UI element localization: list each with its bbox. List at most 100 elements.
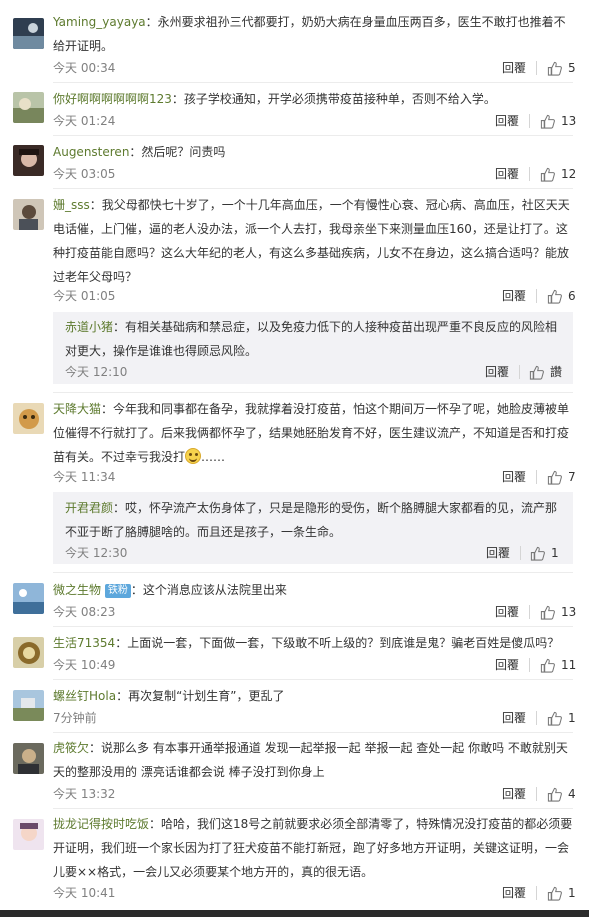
like-button[interactable]: 讚: [529, 364, 562, 380]
divider: [529, 167, 530, 181]
like-button[interactable]: 1: [547, 885, 576, 901]
thumbs-up-icon: [547, 787, 562, 802]
username-link[interactable]: 拢龙记得按时吃饭: [53, 817, 149, 831]
reply-button[interactable]: 回覆: [502, 885, 526, 901]
divider: [529, 658, 530, 672]
reply-button[interactable]: 回覆: [495, 657, 519, 673]
separator: [53, 679, 573, 680]
separator: [53, 626, 573, 627]
comment-text: 螺丝钉Hola：再次复制“计划生育”，更乱了: [53, 689, 285, 703]
comment-text: Yaming_yayaya：永州要求祖孙三代都要打，奶奶大病在身量血压两百多，医…: [53, 15, 566, 53]
like-button[interactable]: 13: [540, 113, 576, 129]
reply-button[interactable]: 回覆: [486, 545, 510, 561]
username-link[interactable]: 微之生物: [53, 583, 101, 597]
thumbs-up-icon: [547, 886, 562, 901]
thumbs-up-icon: [529, 365, 544, 380]
comment-time: 今天 12:30: [65, 546, 128, 560]
avatar[interactable]: [13, 690, 44, 721]
separator: [53, 135, 573, 136]
comment-time: 今天 01:05: [53, 289, 116, 303]
like-button[interactable]: 7: [547, 469, 576, 485]
like-button[interactable]: 4: [547, 786, 576, 802]
comment-time: 今天 10:49: [53, 658, 116, 672]
divider: [536, 61, 537, 75]
smile-emoji-icon: [185, 448, 202, 464]
username-link[interactable]: 姗_sss: [53, 198, 90, 212]
avatar[interactable]: [13, 403, 44, 434]
username-link[interactable]: 天降大猫: [53, 402, 101, 416]
comment-text: 赤道小猪：有相关基础病和禁忌症，以及免疫力低下的人接种疫苗出现严重不良反应的风险…: [65, 320, 558, 358]
nested-reply: 赤道小猪：有相关基础病和禁忌症，以及免疫力低下的人接种疫苗出现严重不良反应的风险…: [53, 312, 573, 384]
reply-button[interactable]: 回覆: [495, 113, 519, 129]
divider: [529, 605, 530, 619]
comment-time: 今天 13:32: [53, 787, 116, 801]
comment-time: 今天 01:24: [53, 114, 116, 128]
comment-text: 拢龙记得按时吃饭：哈哈，我们这18号之前就要求必须全部清零了，特殊情况没打疫苗的…: [53, 817, 573, 879]
separator: [53, 572, 573, 573]
thumbs-up-icon: [547, 61, 562, 76]
comment-time: 今天 08:23: [53, 605, 116, 619]
reply-button[interactable]: 回覆: [485, 364, 509, 380]
nested-reply: 开君君颜：哎，怀孕流产太伤身体了，只是是隐形的受伤，断个胳膊腿大家都看的见，流产…: [53, 492, 573, 564]
separator: [53, 82, 573, 83]
divider: [536, 289, 537, 303]
comment-time: 今天 12:10: [65, 365, 128, 379]
comment-time: 今天 10:41: [53, 886, 116, 900]
like-button[interactable]: 1: [547, 710, 576, 726]
divider: [536, 470, 537, 484]
separator: [53, 392, 573, 393]
reply-button[interactable]: 回覆: [495, 166, 519, 182]
avatar[interactable]: [13, 637, 44, 668]
username-link[interactable]: 你好啊啊啊啊啊啊123: [53, 92, 172, 106]
comment-text: 天降大猫：今年我和同事都在备孕，我就撑着没打疫苗，怕这个期间万一怀孕了呢，她脸皮…: [53, 402, 570, 464]
avatar[interactable]: [13, 92, 44, 123]
reply-button[interactable]: 回覆: [502, 469, 526, 485]
thumbs-up-icon: [547, 289, 562, 304]
divider: [519, 365, 520, 379]
avatar[interactable]: [13, 145, 44, 176]
avatar[interactable]: [13, 199, 44, 230]
like-button[interactable]: 6: [547, 288, 576, 304]
comment-time: 今天 03:05: [53, 167, 116, 181]
username-link[interactable]: Augensteren: [53, 145, 129, 159]
divider: [529, 114, 530, 128]
separator: [53, 188, 573, 189]
fan-badge[interactable]: 铁粉: [104, 584, 131, 598]
divider: [536, 886, 537, 900]
comment-time: 今天 00:34: [53, 61, 116, 75]
thumbs-up-icon: [530, 546, 545, 561]
avatar[interactable]: [13, 18, 44, 49]
reply-button[interactable]: 回覆: [502, 60, 526, 76]
thumbs-up-icon: [540, 658, 555, 673]
divider: [520, 546, 521, 560]
comment-time: 今天 11:34: [53, 470, 116, 484]
comment-text: 姗_sss：我父母都快七十岁了，一个十几年高血压，一个有慢性心衰、冠心病、高血压…: [53, 198, 570, 284]
username-link[interactable]: 螺丝钉Hola: [53, 689, 116, 703]
thumbs-up-icon: [540, 605, 555, 620]
username-link[interactable]: 开君君颜: [65, 501, 113, 515]
thumbs-up-icon: [540, 167, 555, 182]
username-link[interactable]: 赤道小猪: [65, 320, 113, 334]
avatar[interactable]: [13, 583, 44, 614]
like-button[interactable]: 1: [530, 545, 559, 561]
reply-button[interactable]: 回覆: [495, 604, 519, 620]
comment-text: 你好啊啊啊啊啊啊123：孩子学校通知，开学必须携带疫苗接种单，否则不给入学。: [53, 92, 496, 106]
comment-text: Augensteren：然后呢？问责吗: [53, 145, 226, 159]
reply-button[interactable]: 回覆: [502, 786, 526, 802]
like-button[interactable]: 11: [540, 657, 576, 673]
comment-time: 7分钟前: [53, 711, 97, 725]
reply-button[interactable]: 回覆: [502, 710, 526, 726]
avatar[interactable]: [13, 819, 44, 850]
thumbs-up-icon: [540, 114, 555, 129]
username-link[interactable]: 生活71354: [53, 636, 115, 650]
like-button[interactable]: 5: [547, 60, 576, 76]
username-link[interactable]: 虎筱欠: [53, 741, 89, 755]
separator: [53, 808, 573, 809]
avatar[interactable]: [13, 743, 44, 774]
like-button[interactable]: 12: [540, 166, 576, 182]
like-button[interactable]: 13: [540, 604, 576, 620]
divider: [536, 711, 537, 725]
comment-list: Yaming_yayaya：永州要求祖孙三代都要打，奶奶大病在身量血压两百多，医…: [0, 0, 589, 917]
reply-button[interactable]: 回覆: [502, 288, 526, 304]
username-link[interactable]: Yaming_yayaya: [53, 15, 146, 29]
